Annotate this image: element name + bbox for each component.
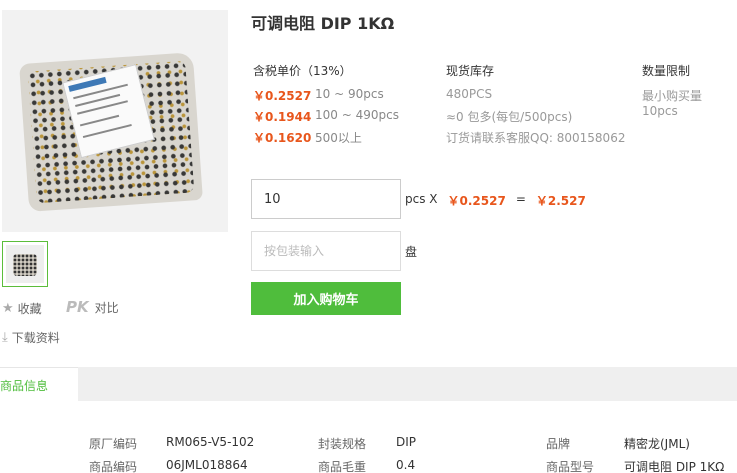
collect-button[interactable]: ★ 收藏 (2, 300, 42, 317)
min-purchase: 最小购买量10pcs (642, 89, 703, 118)
compare-label: 对比 (94, 300, 119, 315)
tier-price: ￥0.1944 (253, 110, 312, 124)
price-header: 含税单价（13%） (253, 64, 352, 78)
tab-bar: 商品信息 (0, 367, 737, 401)
spec-label: 商品型号 (546, 460, 595, 473)
download-label: 下载资料 (11, 331, 60, 345)
stock-qty: 480PCS (446, 87, 493, 101)
tier-price: ￥0.1620 (253, 131, 312, 145)
spec-value: 可调电阻 DIP 1KΩ (624, 460, 725, 473)
pk-icon: PK (66, 298, 89, 316)
tier-range: 500以上 (315, 131, 362, 145)
price-calculation: pcs X ￥0.2527 = ￥2.527 (405, 192, 586, 209)
tab-product-info[interactable]: 商品信息 (0, 367, 78, 401)
spec-value: RM065-V5-102 (166, 435, 255, 449)
equals-sign: = (515, 192, 526, 206)
product-title: 可调电阻 DIP 1KΩ (251, 14, 395, 33)
tier-range: 100 ~ 490pcs (315, 108, 399, 122)
product-thumbnail[interactable] (2, 241, 48, 287)
spec-label: 原厂编码 (89, 437, 138, 451)
collect-label: 收藏 (17, 302, 42, 316)
spec-value: 0.4 (396, 458, 416, 472)
download-button[interactable]: ⤓ 下载资料 (2, 329, 60, 346)
spec-value: 06JML018864 (166, 458, 248, 472)
tier-range: 10 ~ 90pcs (315, 87, 384, 101)
total-price: ￥2.527 (535, 194, 586, 208)
limit-header: 数量限制 (642, 64, 691, 78)
stock-packages: ≈0 包多(每包/500pcs) (446, 110, 573, 124)
spec-label: 商品编码 (89, 460, 138, 473)
quantity-unit: pcs X (405, 192, 438, 206)
package-unit: 盘 (405, 245, 418, 259)
spec-value: 精密龙(JML) (624, 437, 690, 451)
spec-label: 品牌 (546, 437, 571, 451)
spec-label: 封装规格 (318, 437, 367, 451)
quantity-input[interactable] (251, 179, 401, 219)
stock-contact: 订货请联系客服QQ: 800158062 (446, 131, 626, 145)
product-image (2, 10, 228, 232)
unit-price: ￥0.2527 (447, 194, 506, 208)
spec-label: 商品毛重 (318, 460, 367, 473)
download-icon: ⤓ (2, 330, 8, 345)
add-to-cart-button[interactable]: 加入购物车 (251, 282, 401, 315)
component-bag-picture (19, 52, 203, 212)
spec-value: DIP (396, 435, 417, 449)
compare-button[interactable]: PK 对比 (66, 298, 119, 316)
stock-header: 现货库存 (446, 64, 495, 78)
tier-price: ￥0.2527 (253, 89, 312, 103)
package-input[interactable] (251, 231, 401, 271)
star-icon: ★ (2, 301, 14, 316)
